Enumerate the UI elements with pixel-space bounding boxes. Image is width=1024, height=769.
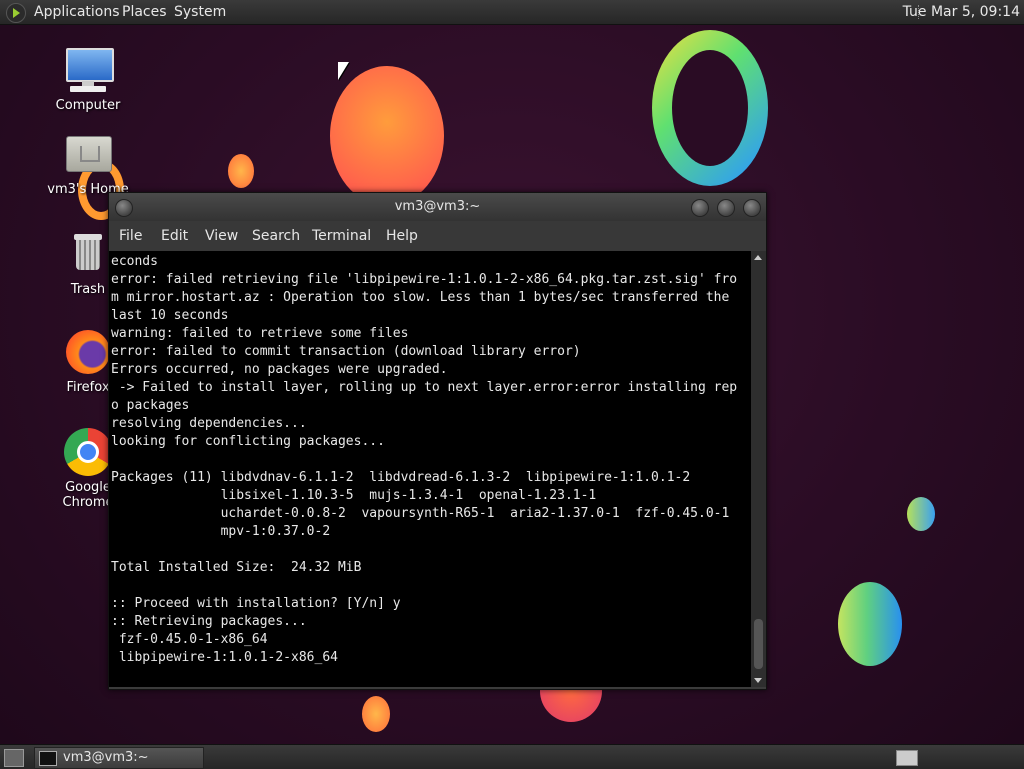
distro-menu-icon[interactable] xyxy=(6,3,26,23)
terminal-line: o packages xyxy=(111,398,190,413)
desktop-icon-label: Computer xyxy=(55,98,121,113)
menu-search[interactable]: Search xyxy=(252,228,300,244)
window-titlebar[interactable]: vm3@vm3:~ xyxy=(109,193,766,221)
menu-edit[interactable]: Edit xyxy=(161,228,188,244)
window-title: vm3@vm3:~ xyxy=(394,199,481,214)
desktop-icon-computer[interactable]: Computer xyxy=(40,46,136,113)
terminal-scrollbar[interactable] xyxy=(751,251,766,687)
maximize-icon[interactable] xyxy=(717,199,735,217)
terminal-line: fzf-0.45.0-1-x86_64 xyxy=(111,632,268,647)
minimize-icon[interactable] xyxy=(691,199,709,217)
workspace-switcher[interactable] xyxy=(896,750,918,766)
applications-menu[interactable]: Applications xyxy=(34,4,120,20)
terminal-line: warning: failed to retrieve some files xyxy=(111,326,409,341)
top-panel: Applications Places System Tue Mar 5, 09… xyxy=(0,0,1024,25)
terminal-line: resolving dependencies... xyxy=(111,416,307,431)
system-menu[interactable]: System xyxy=(174,4,226,20)
terminal-line: mpv-1:0.37.0-2 xyxy=(111,524,331,539)
terminal-line: error: failed to commit transaction (dow… xyxy=(111,344,581,359)
computer-icon xyxy=(64,46,114,94)
menu-file[interactable]: File xyxy=(119,228,142,244)
terminal-line: econds xyxy=(111,254,158,269)
wallpaper-blob xyxy=(838,582,902,666)
terminal-line: m mirror.hostart.az : Operation too slow… xyxy=(111,290,730,305)
terminal-output[interactable]: econds error: failed retrieving file 'lib… xyxy=(109,251,751,687)
taskbar-terminal-button[interactable]: vm3@vm3:~ xyxy=(34,747,204,769)
terminal-line: libpipewire-1:1.0.1-2-x86_64 xyxy=(111,650,338,665)
terminal-line: last 10 seconds xyxy=(111,308,229,323)
show-desktop-icon[interactable] xyxy=(4,749,24,767)
desktop-icon-label: Firefox xyxy=(66,380,110,395)
menu-view[interactable]: View xyxy=(205,228,238,244)
wallpaper-blob xyxy=(330,66,444,206)
terminal-window[interactable]: vm3@vm3:~ File Edit View Search Terminal… xyxy=(108,192,767,690)
terminal-line: -> Failed to install layer, rolling up t… xyxy=(111,380,738,395)
scrollbar-thumb[interactable] xyxy=(754,619,763,669)
wallpaper-blob xyxy=(228,154,254,188)
menu-help[interactable]: Help xyxy=(386,228,418,244)
desktop-icon-label: Google Chrome xyxy=(62,480,114,510)
firefox-icon xyxy=(64,328,112,376)
terminal-icon xyxy=(39,751,57,766)
wallpaper-blob xyxy=(907,497,935,531)
terminal-line: :: Proceed with installation? [Y/n] y xyxy=(111,596,401,611)
bottom-panel: vm3@vm3:~ xyxy=(0,744,1024,769)
places-menu[interactable]: Places xyxy=(122,4,167,20)
terminal-line: :: Retrieving packages... xyxy=(111,614,307,629)
terminal-line: error: failed retrieving file 'libpipewi… xyxy=(111,272,738,287)
terminal-line: Total Installed Size: 24.32 MiB xyxy=(111,560,362,575)
terminal-line: libsixel-1.10.3-5 mujs-1.3.4-1 openal-1.… xyxy=(111,488,597,503)
scroll-down-icon[interactable] xyxy=(754,678,762,683)
wallpaper-blob xyxy=(362,696,390,732)
clock[interactable]: Tue Mar 5, 09:14 xyxy=(903,4,1020,20)
terminal-line: Errors occurred, no packages were upgrad… xyxy=(111,362,448,377)
terminal-line: Packages (11) libdvdnav-6.1.1-2 libdvdre… xyxy=(111,470,691,485)
desktop-icon-home[interactable]: vm3's Home xyxy=(40,130,136,197)
menu-terminal[interactable]: Terminal xyxy=(312,228,371,244)
scroll-up-icon[interactable] xyxy=(754,255,762,260)
window-menu-icon[interactable] xyxy=(115,199,133,217)
terminal-menubar: File Edit View Search Terminal Help xyxy=(109,221,766,251)
taskbar-label: vm3@vm3:~ xyxy=(63,750,149,765)
terminal-line: uchardet-0.0.8-2 vapoursynth-R65-1 aria2… xyxy=(111,506,730,521)
wallpaper-ring xyxy=(652,30,768,186)
terminal-line: looking for conflicting packages... xyxy=(111,434,385,449)
close-icon[interactable] xyxy=(743,199,761,217)
chrome-icon xyxy=(64,428,112,476)
mouse-pointer-icon xyxy=(338,62,349,80)
desktop-icon-label: Trash xyxy=(70,282,106,297)
home-folder-icon xyxy=(64,130,112,178)
trash-icon xyxy=(64,230,112,278)
